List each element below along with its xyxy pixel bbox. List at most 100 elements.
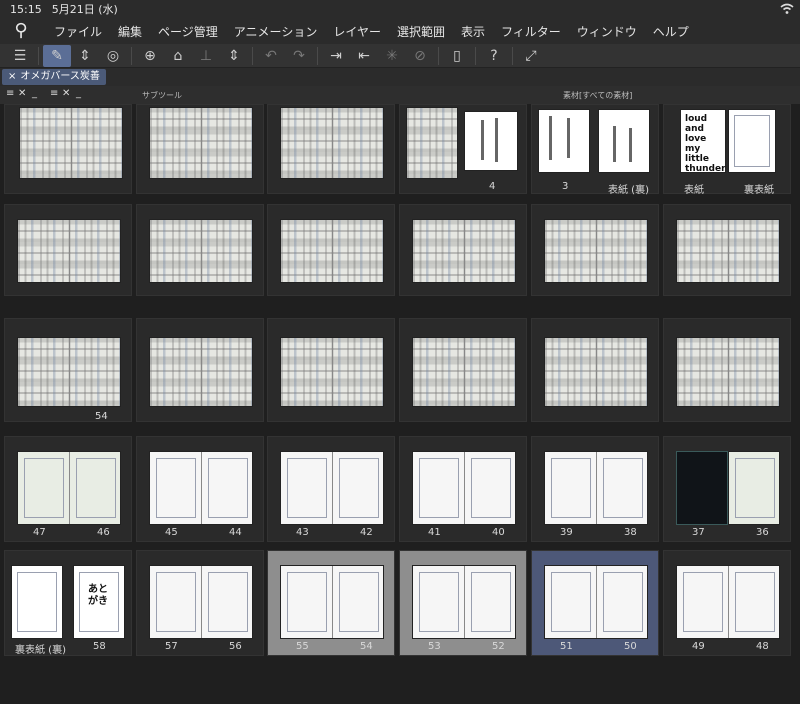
panel-menu-icon[interactable]: ≡: [50, 88, 58, 99]
page-thumbnail-active[interactable]: 51 50: [531, 550, 659, 656]
menu-window[interactable]: ウィンドウ: [569, 23, 645, 40]
page-thumbnail[interactable]: 3 表紙 (裏): [531, 104, 659, 196]
page-thumbnail[interactable]: [4, 204, 132, 296]
menu-animation[interactable]: アニメーション: [226, 23, 326, 40]
page-thumbnail[interactable]: loud and love my little thunder 表紙 裏表紙: [663, 104, 791, 196]
spread: [544, 565, 648, 639]
page-thumbnail[interactable]: [531, 318, 659, 422]
page-label: 裏表紙: [744, 185, 774, 196]
page-thumbnail-selected[interactable]: 53 52: [399, 550, 527, 656]
menu-help[interactable]: ヘルプ: [645, 23, 697, 40]
arrows-icon[interactable]: ⇕: [220, 45, 248, 67]
page: [11, 565, 63, 639]
menu-file[interactable]: ファイル: [46, 23, 110, 40]
cover-title: loud and love my little thunder: [685, 114, 726, 174]
page-thumbnail[interactable]: 47 46: [4, 436, 132, 542]
help-icon[interactable]: ?: [480, 45, 508, 67]
new-page-icon[interactable]: ⊕: [136, 45, 164, 67]
page-thumbnail[interactable]: [531, 204, 659, 296]
page-number: 54: [95, 411, 108, 422]
command-bar: ☰ ✎ ⇕ ◎ ⊕ ⌂ ⊥ ⇕ ↶ ↷ ⇥ ⇤ ✳ ⊘ ▯ ? ⤢: [0, 44, 800, 68]
up-down-arrows-icon[interactable]: ⇕: [71, 45, 99, 67]
page-number: 53: [428, 641, 441, 652]
menu-selection[interactable]: 選択範囲: [389, 23, 453, 40]
blurred-page: [406, 107, 458, 179]
page-thumbnail[interactable]: [267, 104, 395, 194]
crop-icon[interactable]: ⊘: [406, 45, 434, 67]
menu-page-management[interactable]: ページ管理: [150, 23, 226, 40]
page-thumbnail[interactable]: [399, 204, 527, 296]
menu-layer[interactable]: レイヤー: [325, 23, 389, 40]
page-thumbnail[interactable]: [136, 318, 264, 422]
app-icon[interactable]: ◎: [99, 45, 127, 67]
page-number: 43: [296, 527, 309, 538]
export-icon[interactable]: ⇥: [322, 45, 350, 67]
fullscreen-icon[interactable]: ⤢: [517, 45, 545, 67]
blurred-spread: [280, 219, 384, 283]
page-thumbnail[interactable]: 37 36: [663, 436, 791, 542]
status-bar: 15:15 5月21日 (水): [0, 0, 800, 18]
cover-page: loud and love my little thunder: [680, 109, 726, 174]
page-thumbnail-selected[interactable]: 55 54: [267, 550, 395, 656]
page-thumbnail[interactable]: 4: [399, 104, 527, 194]
app-logo-icon[interactable]: ⚲: [10, 20, 32, 42]
page-thumbnail[interactable]: [267, 318, 395, 422]
page-number: 55: [296, 641, 309, 652]
page-number: 58: [93, 641, 106, 652]
open-folder-icon[interactable]: ⌂: [164, 45, 192, 67]
page-thumbnail[interactable]: [136, 104, 264, 194]
menu-bar: ⚲ ファイル 編集 ページ管理 アニメーション レイヤー 選択範囲 表示 フィル…: [0, 18, 800, 44]
page-thumbnail[interactable]: 43 42: [267, 436, 395, 542]
page-thumbnail[interactable]: 45 44: [136, 436, 264, 542]
panel-minimize-icon[interactable]: _: [32, 88, 37, 99]
menu-edit[interactable]: 編集: [110, 23, 150, 40]
page-thumbnail[interactable]: [663, 318, 791, 422]
blurred-spread: [544, 337, 648, 407]
blurred-spread: [17, 219, 121, 283]
page-number: 45: [165, 527, 178, 538]
page-thumbnail[interactable]: [136, 204, 264, 296]
menu-filter[interactable]: フィルター: [493, 23, 569, 40]
page-number: 56: [229, 641, 242, 652]
page-thumbnail[interactable]: あとがき 裏表紙 (裏) 58: [4, 550, 132, 656]
document-tab[interactable]: × オメガバース炭善: [2, 69, 106, 85]
back-cover-page: [728, 109, 776, 173]
import-icon[interactable]: ⇤: [350, 45, 378, 67]
panel-minimize-icon[interactable]: _: [76, 88, 81, 99]
page-thumbnail[interactable]: 39 38: [531, 436, 659, 542]
page-number: 46: [97, 527, 110, 538]
page-thumbnail[interactable]: [267, 204, 395, 296]
page-thumbnail[interactable]: 54: [4, 318, 132, 422]
blurred-spread: [676, 337, 780, 407]
page-number: 42: [360, 527, 373, 538]
divider: [317, 46, 318, 65]
close-tab-icon[interactable]: ×: [8, 69, 16, 85]
document-tab-row: × オメガバース炭善: [0, 68, 800, 86]
loading-icon[interactable]: ✳: [378, 45, 406, 67]
panel-menu-icon[interactable]: ≡: [6, 88, 14, 99]
panel-close-icon[interactable]: ✕: [18, 88, 26, 99]
blurred-spread: [676, 219, 780, 283]
save-icon[interactable]: ⊥: [192, 45, 220, 67]
page-thumbnail[interactable]: [4, 104, 132, 194]
divider: [131, 46, 132, 65]
character-page: [538, 109, 590, 173]
undo-icon[interactable]: ↶: [257, 45, 285, 67]
spread: [412, 565, 516, 639]
edit-page-icon[interactable]: ✎: [43, 44, 71, 67]
menu-view[interactable]: 表示: [453, 23, 493, 40]
page-number: 36: [756, 527, 769, 538]
spread: [280, 451, 384, 525]
page-number: 44: [229, 527, 242, 538]
page-number: 47: [33, 527, 46, 538]
redo-icon[interactable]: ↷: [285, 45, 313, 67]
device-icon[interactable]: ▯: [443, 45, 471, 67]
page-number: 3: [562, 181, 569, 192]
page-thumbnail[interactable]: [663, 204, 791, 296]
page-thumbnail[interactable]: [399, 318, 527, 422]
menu-icon[interactable]: ☰: [6, 45, 34, 67]
panel-close-icon[interactable]: ✕: [62, 88, 70, 99]
page-thumbnail[interactable]: 57 56: [136, 550, 264, 656]
page-thumbnail[interactable]: 49 48: [663, 550, 791, 656]
page-thumbnail[interactable]: 41 40: [399, 436, 527, 542]
